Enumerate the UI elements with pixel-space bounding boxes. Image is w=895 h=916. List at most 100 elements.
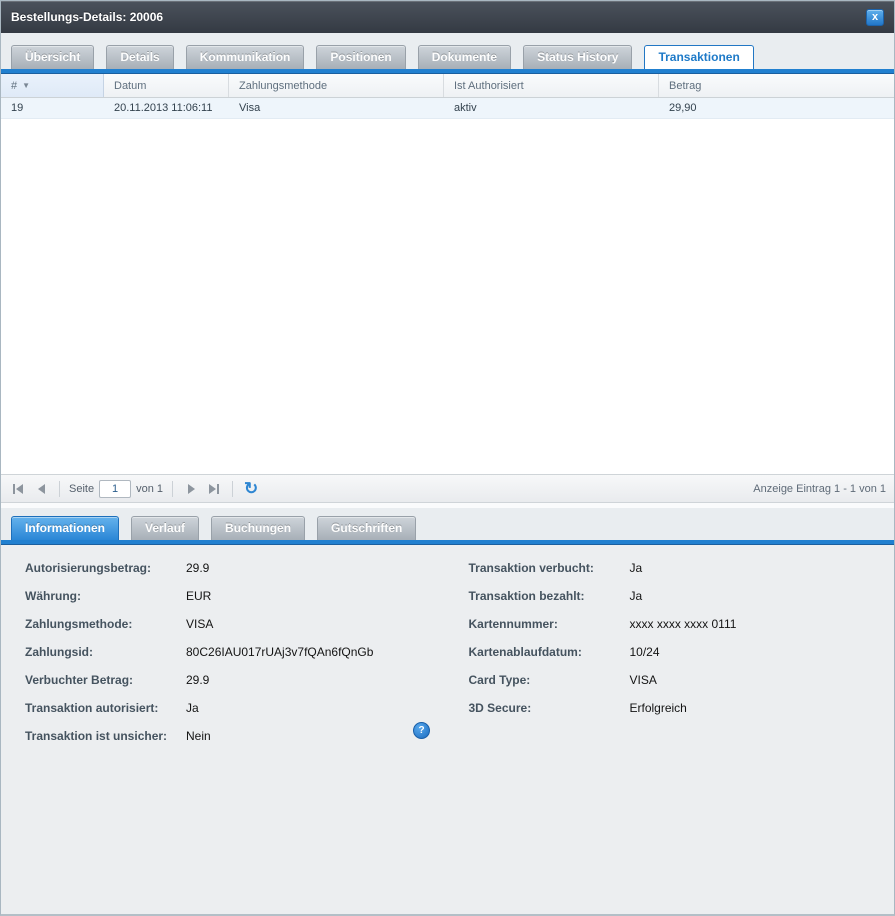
- paging-status: Anzeige Eintrag 1 - 1 von 1: [753, 483, 886, 495]
- refresh-button[interactable]: ↻: [244, 481, 258, 497]
- info-label: Zahlungsmethode:: [25, 617, 186, 631]
- next-page-button[interactable]: [182, 480, 200, 498]
- info-value: 29.9: [186, 561, 209, 575]
- help-button[interactable]: ?: [413, 722, 430, 739]
- last-page-button[interactable]: [205, 480, 223, 498]
- info-label: Autorisierungsbetrag:: [25, 561, 186, 575]
- info-label: Card Type:: [469, 673, 630, 687]
- info-row-3d-secure: 3D Secure: Erfolgreich: [469, 699, 895, 716]
- first-page-button[interactable]: [9, 480, 27, 498]
- tab-informationen[interactable]: Informationen: [11, 516, 119, 540]
- info-row-kartennummer: Kartennummer: xxxx xxxx xxxx 0111: [469, 615, 895, 632]
- cell-betrag: 29,90: [659, 102, 894, 114]
- column-header-datum-label: Datum: [114, 80, 146, 92]
- prev-page-icon: [38, 484, 45, 494]
- sub-tab-strip: Informationen Verlauf Buchungen Gutschri…: [1, 508, 894, 540]
- info-label: Transaktion verbucht:: [469, 561, 630, 575]
- tab-buchungen[interactable]: Buchungen: [211, 516, 305, 540]
- info-label: 3D Secure:: [469, 701, 630, 715]
- info-value: Ja: [630, 561, 643, 575]
- transactions-table-header: # ▼ Datum Zahlungsmethode Ist Authorisie…: [1, 74, 894, 98]
- info-value: Erfolgreich: [630, 701, 687, 715]
- page-count-label: von 1: [136, 483, 163, 495]
- info-row-card-type: Card Type: VISA: [469, 671, 895, 688]
- info-row-verbuchter-betrag: Verbuchter Betrag: 29.9: [25, 671, 448, 688]
- toolbar-separator: [232, 481, 233, 497]
- refresh-icon: ↻: [244, 479, 258, 498]
- info-value: xxxx xxxx xxxx 0111: [630, 617, 737, 631]
- tab-gutschriften[interactable]: Gutschriften: [317, 516, 416, 540]
- info-label: Kartennummer:: [469, 617, 630, 631]
- toolbar-separator: [59, 481, 60, 497]
- info-column-right: Transaktion verbucht: Ja Transaktion bez…: [448, 559, 895, 755]
- table-empty-area: [1, 119, 894, 474]
- info-value: Ja: [186, 701, 199, 715]
- column-header-betrag-label: Betrag: [669, 80, 701, 92]
- column-header-id[interactable]: # ▼: [1, 74, 104, 97]
- tab-details[interactable]: Details: [106, 45, 173, 69]
- column-header-betrag[interactable]: Betrag: [659, 74, 894, 97]
- info-value: EUR: [186, 589, 211, 603]
- column-header-zahlungsmethode-label: Zahlungsmethode: [239, 80, 327, 92]
- info-value: 80C26IAU017rUAj3v7fQAn6fQnGb: [186, 645, 373, 659]
- column-header-zahlungsmethode[interactable]: Zahlungsmethode: [229, 74, 444, 97]
- toolbar-separator: [172, 481, 173, 497]
- info-row-zahlungsmethode: Zahlungsmethode: VISA: [25, 615, 448, 632]
- info-value: VISA: [186, 617, 213, 631]
- top-tab-strip: Übersicht Details Kommunikation Position…: [1, 33, 894, 69]
- info-label: Währung:: [25, 589, 186, 603]
- info-row-autorisierungsbetrag: Autorisierungsbetrag: 29.9: [25, 559, 448, 576]
- info-label: Verbuchter Betrag:: [25, 673, 186, 687]
- info-label: Kartenablaufdatum:: [469, 645, 630, 659]
- info-row-transaktion-autorisiert: Transaktion autorisiert: Ja: [25, 699, 448, 716]
- info-row-kartenablaufdatum: Kartenablaufdatum: 10/24: [469, 643, 895, 660]
- info-row-transaktion-bezahlt: Transaktion bezahlt: Ja: [469, 587, 895, 604]
- info-value: 29.9: [186, 673, 209, 687]
- info-row-transaktion-ist-unsicher: Transaktion ist unsicher: Nein: [25, 727, 448, 744]
- info-column-left: Autorisierungsbetrag: 29.9 Währung: EUR …: [1, 559, 448, 755]
- info-row-zahlungsid: Zahlungsid: 80C26IAU017rUAj3v7fQAn6fQnGb: [25, 643, 448, 660]
- page-input[interactable]: [99, 480, 131, 498]
- cell-id: 19: [1, 102, 104, 114]
- info-value: Ja: [630, 589, 643, 603]
- next-page-icon: [188, 484, 195, 494]
- prev-page-button[interactable]: [32, 480, 50, 498]
- info-label: Transaktion bezahlt:: [469, 589, 630, 603]
- close-button[interactable]: x: [866, 9, 884, 26]
- sort-desc-icon: ▼: [22, 82, 30, 90]
- column-header-id-label: #: [11, 80, 17, 92]
- info-label: Transaktion ist unsicher:: [25, 729, 186, 743]
- last-page-icon: [217, 484, 219, 494]
- window-title: Bestellungs-Details: 20006: [11, 10, 163, 24]
- page-label: Seite: [69, 483, 94, 495]
- pagination-toolbar: Seite von 1 ↻ Anzeige Eintrag 1 - 1 von …: [1, 474, 894, 503]
- cell-ist-authorisiert: aktiv: [444, 102, 659, 114]
- tab-status-history[interactable]: Status History: [523, 45, 632, 69]
- first-page-icon: [13, 484, 15, 494]
- information-panel: Autorisierungsbetrag: 29.9 Währung: EUR …: [1, 545, 894, 914]
- cell-datum: 20.11.2013 11:06:11: [104, 102, 229, 114]
- info-value: Nein: [186, 729, 211, 743]
- tab-positionen[interactable]: Positionen: [316, 45, 405, 69]
- info-row-waehrung: Währung: EUR: [25, 587, 448, 604]
- tab-transaktionen[interactable]: Transaktionen: [644, 45, 753, 69]
- cell-zahlungsmethode: Visa: [229, 102, 444, 114]
- table-row[interactable]: 19 20.11.2013 11:06:11 Visa aktiv 29,90: [1, 98, 894, 119]
- info-value: 10/24: [630, 645, 660, 659]
- tab-uebersicht[interactable]: Übersicht: [11, 45, 94, 69]
- tab-dokumente[interactable]: Dokumente: [418, 45, 511, 69]
- tab-kommunikation[interactable]: Kommunikation: [186, 45, 305, 69]
- info-row-transaktion-verbucht: Transaktion verbucht: Ja: [469, 559, 895, 576]
- info-label: Transaktion autorisiert:: [25, 701, 186, 715]
- tab-verlauf[interactable]: Verlauf: [131, 516, 199, 540]
- help-icon: ?: [418, 725, 424, 736]
- column-header-ist-authorisiert-label: Ist Authorisiert: [454, 80, 524, 92]
- first-page-arrow-icon: [16, 484, 23, 494]
- titlebar: Bestellungs-Details: 20006 x: [1, 1, 894, 33]
- last-page-arrow-icon: [209, 484, 216, 494]
- order-details-window: Bestellungs-Details: 20006 x Übersicht D…: [0, 0, 895, 916]
- column-header-ist-authorisiert[interactable]: Ist Authorisiert: [444, 74, 659, 97]
- info-label: Zahlungsid:: [25, 645, 186, 659]
- column-header-datum[interactable]: Datum: [104, 74, 229, 97]
- close-icon: x: [872, 11, 878, 23]
